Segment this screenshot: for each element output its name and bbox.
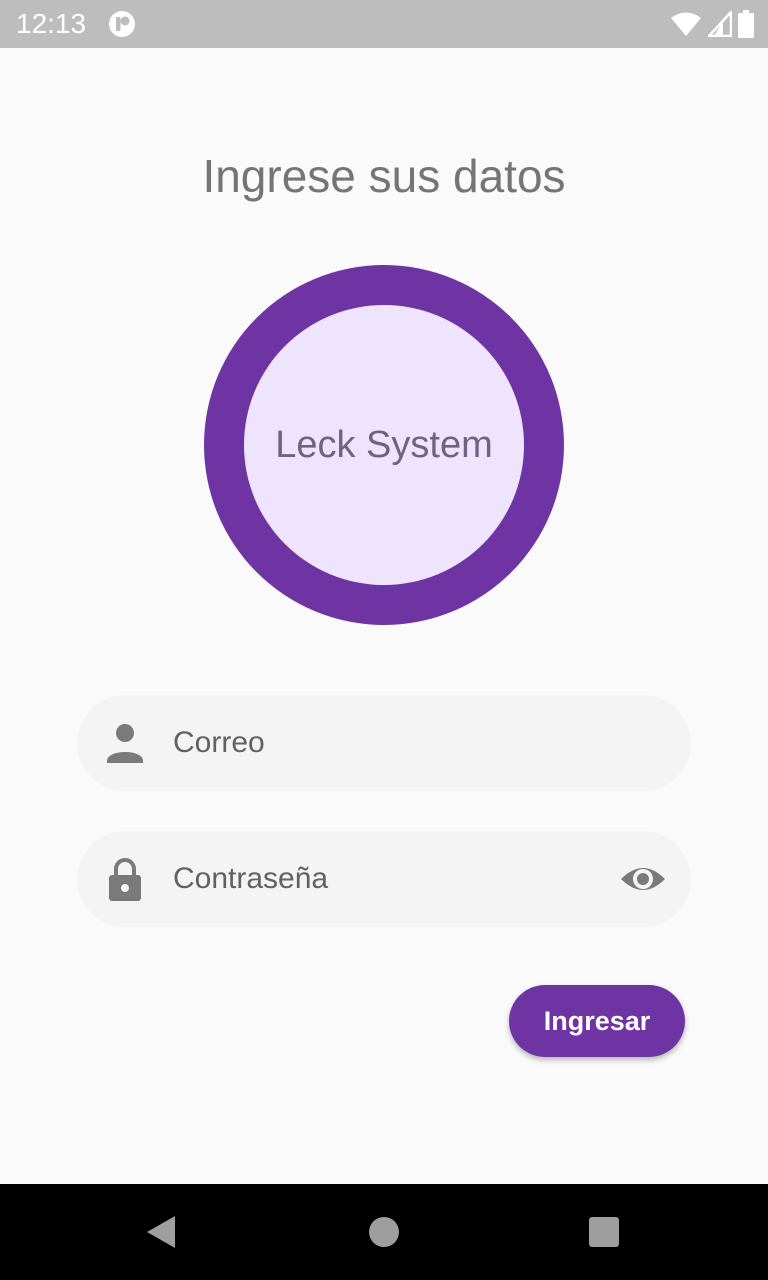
status-bar: 12:13 <box>0 0 768 48</box>
password-input[interactable] <box>173 831 593 927</box>
battery-icon <box>738 10 754 38</box>
app-notification-icon <box>109 11 135 37</box>
eye-icon[interactable] <box>619 859 667 899</box>
lock-icon <box>109 858 141 901</box>
recents-icon <box>589 1217 619 1247</box>
home-button[interactable] <box>360 1208 408 1256</box>
login-button[interactable]: Ingresar <box>509 985 685 1057</box>
home-icon <box>369 1217 399 1247</box>
navigation-bar <box>0 1184 768 1280</box>
status-time: 12:13 <box>16 8 87 39</box>
email-input[interactable] <box>173 695 593 791</box>
back-button[interactable] <box>137 1208 185 1256</box>
logo-inner-circle: Leck System <box>244 305 524 585</box>
back-icon <box>147 1216 175 1248</box>
signal-icon <box>708 11 732 37</box>
status-icons <box>670 10 754 38</box>
password-field[interactable] <box>77 831 691 927</box>
email-field[interactable] <box>77 695 691 791</box>
logo-text: Leck System <box>275 423 493 466</box>
page-title: Ingrese sus datos <box>202 150 566 202</box>
wifi-icon <box>671 12 701 36</box>
recents-button[interactable] <box>580 1208 628 1256</box>
person-icon <box>107 724 143 763</box>
logo-ring: Leck System <box>204 265 564 625</box>
